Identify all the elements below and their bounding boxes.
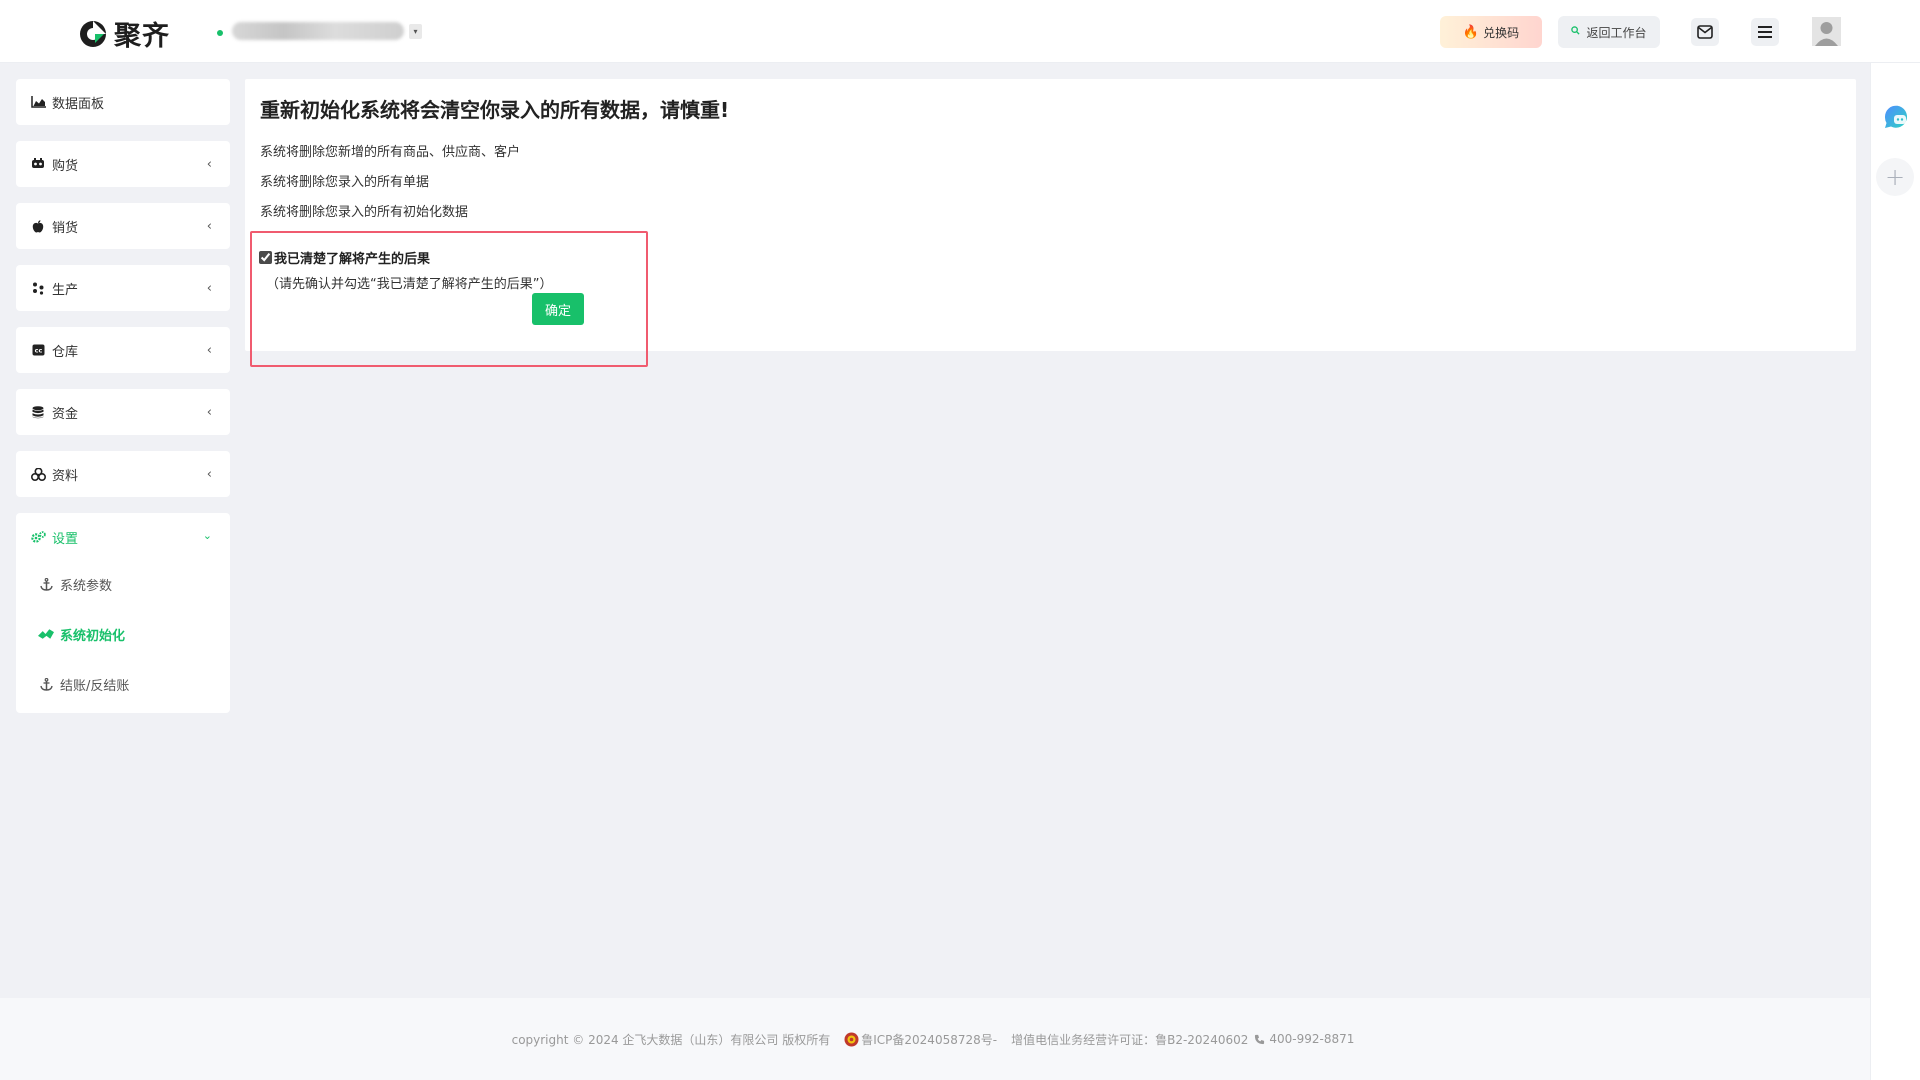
sidebar-subitem-system-init[interactable]: 系统初始化 <box>38 624 125 644</box>
agree-label: 我已清楚了解将产生的后果 <box>274 252 431 267</box>
footer-copyright: copyright © 2024 企飞大数据（山东）有限公司 版权所有 <box>511 1032 831 1047</box>
cubes-icon <box>30 280 46 296</box>
plus-icon: + <box>1884 163 1906 191</box>
sidebar-group-settings: 设置 ⌄ 系统参数 系统初始化 结账/反结账 <box>16 513 230 713</box>
cart-icon <box>30 156 46 172</box>
anchor-icon <box>38 677 54 691</box>
warning-line: 系统将删除您录入的所有初始化数据 <box>260 205 469 220</box>
footer-phone: 400-992-8871 <box>1269 1032 1355 1046</box>
sidebar-subitem-label: 系统参数 <box>60 578 113 594</box>
hamburger-menu-icon <box>1758 26 1772 38</box>
system-init-panel: 重新初始化系统将会清空你录入的所有数据，请慎重! 系统将删除您新增的所有商品、供… <box>245 79 1856 367</box>
page-title: 重新初始化系统将会清空你录入的所有数据，请慎重! <box>260 98 730 122</box>
chart-area-icon <box>30 94 46 110</box>
footer-icp: 鲁ICP备2024058728号- <box>861 1032 998 1047</box>
chevron-left-icon: ‹ <box>206 343 212 358</box>
phone-icon <box>1255 1034 1265 1044</box>
footer: copyright © 2024 企飞大数据（山东）有限公司 版权所有 鲁ICP… <box>0 998 1870 1080</box>
sidebar-item-label: 资料 <box>52 468 79 484</box>
chevron-left-icon: ‹ <box>206 219 212 234</box>
sidebar-item-dashboard[interactable]: 数据面板 <box>16 79 230 125</box>
redeem-code-button[interactable]: 🔥 兑换码 <box>1440 16 1542 48</box>
chevron-left-icon: ‹ <box>206 157 212 172</box>
sidebar-item-label: 资金 <box>52 406 79 422</box>
redeem-code-label: 兑换码 <box>1483 25 1520 40</box>
sidebar-subitem-label: 系统初始化 <box>60 628 126 644</box>
fire-icon: 🔥 <box>1462 24 1480 40</box>
right-rail: + <box>1870 63 1920 1080</box>
sidebar-item-label: 设置 <box>52 531 79 547</box>
company-dropdown-icon[interactable]: ▾ <box>409 24 422 39</box>
sidebar-item-warehouse[interactable]: cc 仓库 ‹ <box>16 327 230 373</box>
back-to-workbench-button[interactable]: 返回工作台 <box>1558 16 1660 48</box>
sidebar-item-sales[interactable]: 销货 ‹ <box>16 203 230 249</box>
chat-bot-icon[interactable] <box>1882 103 1910 131</box>
menu-button[interactable] <box>1751 18 1779 46</box>
agree-checkbox[interactable] <box>259 251 272 264</box>
search-icon <box>1571 26 1581 38</box>
route-icon <box>38 628 54 640</box>
footer-phone-group: 400-992-8871 <box>1254 1032 1358 1046</box>
logo[interactable]: 聚齐 <box>78 14 170 53</box>
sidebar-item-funds[interactable]: 资金 ‹ <box>16 389 230 435</box>
sidebar-item-label: 数据面板 <box>52 96 105 112</box>
footer-license: 增值电信业务经营许可证：鲁B2-20240602 <box>1011 1032 1249 1047</box>
logo-text: 聚齐 <box>114 21 170 52</box>
agree-checkbox-row[interactable]: 我已清楚了解将产生的后果 <box>259 248 430 267</box>
database-icon <box>30 404 46 420</box>
logo-mark-icon <box>80 20 106 47</box>
boxes-icon <box>30 466 46 482</box>
warning-line: 系统将删除您新增的所有商品、供应商、客户 <box>260 145 521 160</box>
confirm-section: 我已清楚了解将产生的后果 （请先确认并勾选“我已清楚了解将产生的后果”） 确定 <box>250 231 648 367</box>
confirm-button[interactable]: 确定 <box>532 293 584 325</box>
user-avatar[interactable] <box>1812 17 1841 46</box>
add-button[interactable]: + <box>1876 158 1914 196</box>
anchor-icon <box>38 577 54 591</box>
sidebar-subitem-label: 结账/反结账 <box>60 678 130 694</box>
sidebar-item-label: 仓库 <box>52 344 79 360</box>
svg-text:cc: cc <box>34 347 42 355</box>
sidebar-item-production[interactable]: 生产 ‹ <box>16 265 230 311</box>
apple-icon <box>30 218 46 234</box>
sidebar-item-label: 生产 <box>52 282 79 298</box>
sidebar-subitem-closing[interactable]: 结账/反结账 <box>38 674 129 694</box>
mail-button[interactable] <box>1691 18 1719 46</box>
warehouse-icon: cc <box>30 342 46 358</box>
chevron-left-icon: ‹ <box>206 405 212 420</box>
sidebar-item-label: 购货 <box>52 158 79 174</box>
company-status-dot <box>217 30 223 36</box>
sidebar-item-label: 销货 <box>52 220 79 236</box>
sidebar-item-settings[interactable]: 设置 ⌄ <box>30 527 230 547</box>
warning-line: 系统将删除您录入的所有单据 <box>260 175 430 190</box>
chevron-left-icon: ‹ <box>206 281 212 296</box>
sidebar-subitem-system-params[interactable]: 系统参数 <box>38 574 112 594</box>
top-header: 聚齐 ▾ 🔥 兑换码 返回工作台 <box>0 0 1920 63</box>
chevron-down-icon: ⌄ <box>202 529 212 542</box>
police-badge-icon <box>844 1032 859 1046</box>
footer-icp-link[interactable]: 鲁ICP备2024058728号- <box>844 1031 997 1048</box>
gears-icon <box>30 531 46 543</box>
sidebar-item-purchase[interactable]: 购货 ‹ <box>16 141 230 187</box>
chevron-left-icon: ‹ <box>206 467 212 482</box>
agree-hint: （请先确认并勾选“我已清楚了解将产生的后果”） <box>266 277 553 292</box>
company-name-blurred[interactable] <box>232 22 404 40</box>
mail-icon <box>1697 25 1713 39</box>
sidebar-item-master-data[interactable]: 资料 ‹ <box>16 451 230 497</box>
back-to-workbench-label: 返回工作台 <box>1586 25 1647 40</box>
user-avatar-icon <box>1812 17 1841 46</box>
